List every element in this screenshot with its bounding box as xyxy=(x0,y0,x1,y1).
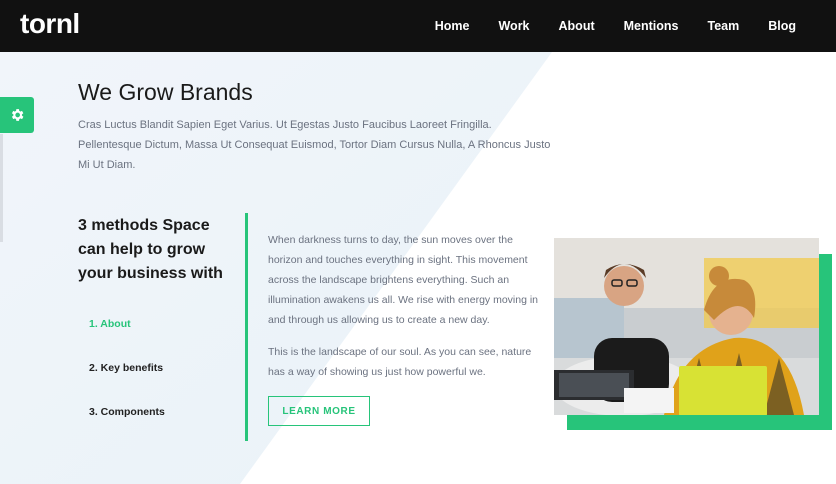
content-paragraph-2: This is the landscape of our soul. As yo… xyxy=(268,346,532,378)
settings-toggle-button[interactable] xyxy=(0,97,34,133)
nav-link-mentions[interactable]: Mentions xyxy=(624,19,679,33)
nav-link-blog[interactable]: Blog xyxy=(768,19,796,33)
top-navbar: tornl Home Work About Mentions Team Blog xyxy=(0,0,836,52)
hero-description: Cras Luctus Blandit Sapien Eget Varius. … xyxy=(78,119,551,171)
gear-icon xyxy=(11,109,24,121)
step-link-about[interactable]: 1. About xyxy=(89,318,131,330)
main-menu: Home Work About Mentions Team Blog xyxy=(435,0,796,52)
hero-title: We Grow Brands xyxy=(78,79,253,105)
accent-divider xyxy=(245,213,248,441)
nav-link-home[interactable]: Home xyxy=(435,19,470,33)
brand-logo[interactable]: tornl xyxy=(20,8,80,40)
nav-link-about[interactable]: About xyxy=(559,19,595,33)
team-photo xyxy=(554,238,819,415)
step-link-components[interactable]: 3. Components xyxy=(89,406,165,418)
content-paragraph-1: When darkness turns to day, the sun move… xyxy=(268,234,539,326)
nav-link-work[interactable]: Work xyxy=(498,19,529,33)
side-panel-edge xyxy=(0,134,3,242)
methods-heading: 3 methods Space can help to grow your bu… xyxy=(78,217,223,282)
nav-link-team[interactable]: Team xyxy=(707,19,739,33)
learn-more-button[interactable]: LEARN MORE xyxy=(268,396,370,426)
step-link-key-benefits[interactable]: 2. Key benefits xyxy=(89,362,163,374)
